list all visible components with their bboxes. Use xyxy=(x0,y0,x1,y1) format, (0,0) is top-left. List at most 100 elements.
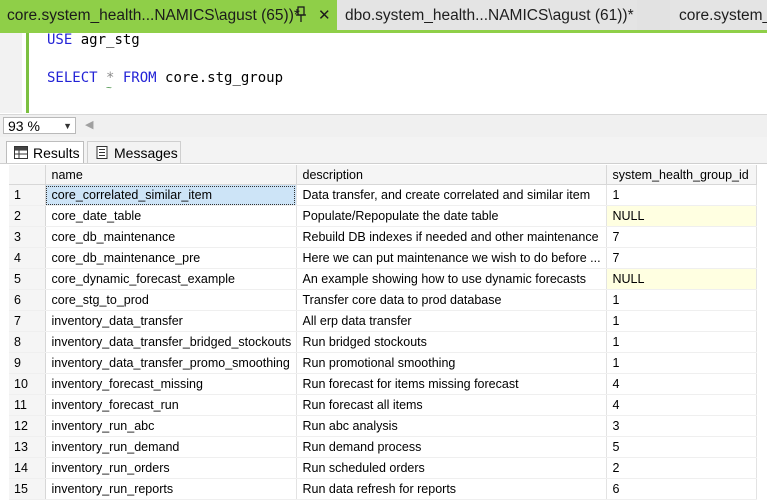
row-number-cell[interactable]: 9 xyxy=(9,352,46,374)
table-row[interactable]: 3 core_db_maintenance Rebuild DB indexes i… xyxy=(9,226,757,248)
description-cell[interactable]: All erp data transfer xyxy=(296,310,607,332)
row-number-cell[interactable]: 15 xyxy=(9,478,46,500)
tab-messages-label: Messages xyxy=(114,145,178,161)
id-cell[interactable]: 1 xyxy=(606,289,757,311)
row-number-cell[interactable]: 10 xyxy=(9,373,46,395)
results-grid[interactable]: name description system_health_group_id … xyxy=(9,165,757,500)
id-cell[interactable]: NULL xyxy=(606,205,757,227)
name-cell[interactable]: inventory_run_reports xyxy=(45,478,297,500)
id-cell[interactable]: 2 xyxy=(606,457,757,479)
query-editor[interactable]: USE agr_stg SELECT * FROM core.stg_group… xyxy=(0,32,767,113)
id-cell[interactable]: 1 xyxy=(606,331,757,353)
description-cell[interactable]: Populate/Repopulate the date table xyxy=(296,205,607,227)
table-row[interactable]: 13 inventory_run_demand Run demand process… xyxy=(9,436,757,458)
id-cell[interactable]: 4 xyxy=(606,394,757,416)
id-cell[interactable]: 7 xyxy=(606,226,757,248)
id-cell[interactable]: 7 xyxy=(606,247,757,269)
row-number-cell[interactable]: 1 xyxy=(9,184,46,206)
row-number-cell[interactable]: 5 xyxy=(9,268,46,290)
row-number-cell[interactable]: 6 xyxy=(9,289,46,311)
name-cell[interactable]: core_dynamic_forecast_example xyxy=(45,268,297,290)
description-cell[interactable]: Run forecast all items xyxy=(296,394,607,416)
table-row[interactable]: 8 inventory_data_transfer_bridged_stockou… xyxy=(9,331,757,353)
keyword-use: USE xyxy=(47,32,73,48)
id-cell[interactable]: 6 xyxy=(606,478,757,500)
table-row[interactable]: 9 inventory_data_transfer_promo_smoothing… xyxy=(9,352,757,374)
name-cell[interactable]: inventory_run_orders xyxy=(45,457,297,479)
id-cell[interactable]: NULL xyxy=(606,268,757,290)
table-row[interactable]: 5 core_dynamic_forecast_example An example… xyxy=(9,268,757,290)
description-cell[interactable]: Data transfer, and create correlated and… xyxy=(296,184,607,206)
table-row[interactable]: 11 inventory_forecast_run Run forecast all… xyxy=(9,394,757,416)
table-row[interactable]: 15 inventory_run_reports Run data refresh … xyxy=(9,478,757,500)
close-tab-icon[interactable]: ✕ xyxy=(318,0,331,30)
change-tracking-margin xyxy=(26,33,29,113)
description-cell[interactable]: Run demand process xyxy=(296,436,607,458)
column-header-system-health-group-id[interactable]: system_health_group_id xyxy=(606,165,757,185)
description-cell[interactable]: Run bridged stockouts xyxy=(296,331,607,353)
description-cell[interactable]: Here we can put maintenance we wish to d… xyxy=(296,247,607,269)
keyword-from: FROM xyxy=(122,70,157,86)
row-number-cell[interactable]: 4 xyxy=(9,247,46,269)
table-row[interactable]: 1 core_correlated_similar_item Data transf… xyxy=(9,184,757,206)
tab-core-system-health[interactable]: core.system_health...NAMICS\agust (65))*… xyxy=(0,0,337,30)
table-row[interactable]: 6 core_stg_to_prod Transfer core data to p… xyxy=(9,289,757,311)
database-name: agr_stg xyxy=(72,32,140,48)
result-tabs: Results Messages xyxy=(0,137,767,164)
name-cell[interactable]: core_db_maintenance_pre xyxy=(45,247,297,269)
pin-icon[interactable] xyxy=(294,6,308,23)
dropdown-arrow-icon[interactable]: ▼ xyxy=(63,118,72,134)
description-cell[interactable]: Rebuild DB indexes if needed and other m… xyxy=(296,226,607,248)
row-number-cell[interactable]: 13 xyxy=(9,436,46,458)
name-cell[interactable]: inventory_run_demand xyxy=(45,436,297,458)
description-cell[interactable]: Run abc analysis xyxy=(296,415,607,437)
description-cell[interactable]: An example showing how to use dynamic fo… xyxy=(296,268,607,290)
table-row[interactable]: 12 inventory_run_abc Run abc analysis 3 xyxy=(9,415,757,437)
description-cell[interactable]: Run scheduled orders xyxy=(296,457,607,479)
table-row[interactable]: 10 inventory_forecast_missing Run forecast… xyxy=(9,373,757,395)
row-number-cell[interactable]: 3 xyxy=(9,226,46,248)
id-cell[interactable]: 3 xyxy=(606,415,757,437)
row-number-cell[interactable]: 12 xyxy=(9,415,46,437)
zoom-select[interactable]: 93 % ▼ xyxy=(3,117,76,134)
tab-results[interactable]: Results xyxy=(6,141,84,163)
description-cell[interactable]: Run forecast for items missing forecast xyxy=(296,373,607,395)
code-line-2[interactable]: SELECT * FROM core.stg_group xyxy=(47,70,283,86)
id-cell[interactable]: 4 xyxy=(606,373,757,395)
table-row[interactable]: 2 core_date_table Populate/Repopulate the … xyxy=(9,205,757,227)
name-cell[interactable]: inventory_forecast_run xyxy=(45,394,297,416)
name-cell[interactable]: core_db_maintenance xyxy=(45,226,297,248)
description-cell[interactable]: Run promotional smoothing xyxy=(296,352,607,374)
name-cell[interactable]: inventory_data_transfer_promo_smoothing xyxy=(45,352,297,374)
column-header-name[interactable]: name xyxy=(45,165,297,185)
id-cell[interactable]: 1 xyxy=(606,310,757,332)
tab-dbo-system-health[interactable]: dbo.system_health...NAMICS\agust (61))* xyxy=(337,0,637,30)
name-cell[interactable]: core_correlated_similar_item xyxy=(45,184,297,206)
column-header-description[interactable]: description xyxy=(296,165,607,185)
name-cell[interactable]: core_stg_to_prod xyxy=(45,289,297,311)
id-cell[interactable]: 5 xyxy=(606,436,757,458)
scroll-left-icon[interactable]: ◀ xyxy=(85,118,93,131)
row-number-cell[interactable]: 2 xyxy=(9,205,46,227)
id-cell[interactable]: 1 xyxy=(606,184,757,206)
row-number-header[interactable] xyxy=(9,165,46,185)
row-number-cell[interactable]: 8 xyxy=(9,331,46,353)
name-cell[interactable]: core_date_table xyxy=(45,205,297,227)
table-row[interactable]: 7 inventory_data_transfer All erp data tra… xyxy=(9,310,757,332)
name-cell[interactable]: inventory_data_transfer_bridged_stockout… xyxy=(45,331,297,353)
description-cell[interactable]: Transfer core data to prod database xyxy=(296,289,607,311)
name-cell[interactable]: inventory_data_transfer xyxy=(45,310,297,332)
row-number-cell[interactable]: 7 xyxy=(9,310,46,332)
table-row[interactable]: 14 inventory_run_orders Run scheduled orde… xyxy=(9,457,757,479)
tab-core-system-h[interactable]: core.system_h xyxy=(670,0,767,30)
description-cell[interactable]: Run data refresh for reports xyxy=(296,478,607,500)
row-number-cell[interactable]: 11 xyxy=(9,394,46,416)
row-number-cell[interactable]: 14 xyxy=(9,457,46,479)
name-cell[interactable]: inventory_forecast_missing xyxy=(45,373,297,395)
table-row[interactable]: 4 core_db_maintenance_pre Here we can put … xyxy=(9,247,757,269)
name-cell[interactable]: inventory_run_abc xyxy=(45,415,297,437)
tab-messages[interactable]: Messages xyxy=(87,141,181,163)
results-table: name description system_health_group_id … xyxy=(9,165,757,500)
id-cell[interactable]: 1 xyxy=(606,352,757,374)
code-line-1[interactable]: USE agr_stg xyxy=(47,32,140,48)
